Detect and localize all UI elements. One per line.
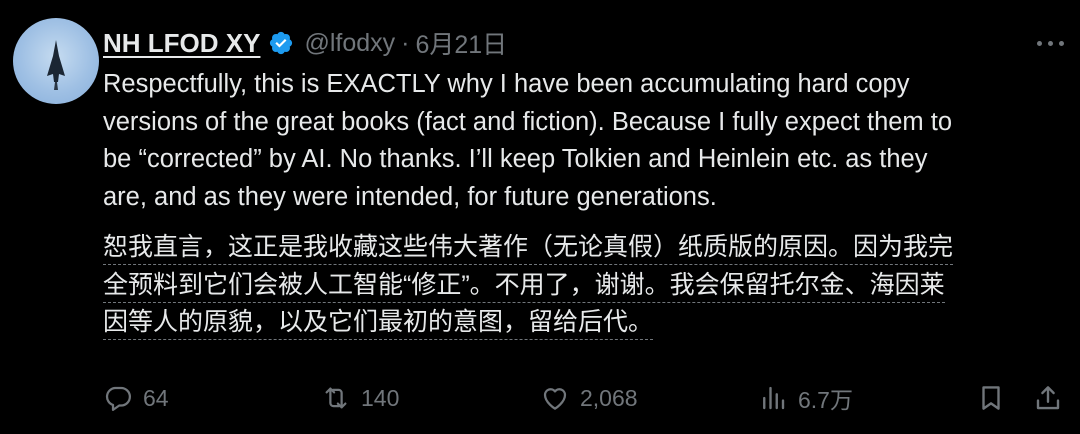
tweet-text-line: are, and as they were intended, for futu… — [103, 182, 717, 211]
reply-button[interactable]: 64 — [103, 378, 169, 418]
reply-count: 64 — [143, 384, 169, 411]
like-count: 2,068 — [580, 384, 638, 411]
translation-line-text: 全预料到它们会被人工智能“修正”。不用了，谢谢。我会保留托尔金、海因莱 — [103, 270, 945, 303]
share-button[interactable] — [1033, 378, 1063, 418]
bookmark-icon — [982, 386, 1000, 410]
repost-button[interactable]: 140 — [321, 378, 399, 418]
like-button[interactable]: 2,068 — [540, 378, 638, 418]
tweet-text-line: be “corrected” by AI. No thanks. I’ll ke… — [103, 145, 928, 173]
repost-count: 140 — [361, 384, 400, 411]
reply-icon — [105, 386, 131, 411]
bookmark-button[interactable] — [976, 378, 1006, 418]
repost-icon — [325, 387, 347, 409]
avatar-image — [47, 40, 65, 90]
translation-line: 全预料到它们会被人工智能“修正”。不用了，谢谢。我会保留托尔金、海因莱 — [103, 267, 1063, 305]
tweet-date[interactable]: 6月21日 — [415, 25, 507, 61]
translation-line: 恕我直言，这正是我收藏这些伟大著作（无论真假）纸质版的原因。因为我完 — [103, 229, 1063, 267]
more-dot — [1058, 40, 1064, 46]
views-icon — [763, 386, 785, 410]
tweet-text-line: versions of the great books (fact and fi… — [103, 107, 953, 136]
author-handle[interactable]: @lfodxy — [304, 29, 395, 58]
translation-line-text: 因等人的原貌，以及它们最初的意图，留给后代。 — [103, 308, 654, 340]
author-name[interactable]: NH LFOD XY — [103, 28, 260, 59]
more-dot — [1036, 40, 1042, 46]
translation-line-text: 恕我直言，这正是我收藏这些伟大著作（无论真假）纸质版的原因。因为我完 — [103, 233, 954, 265]
views-button[interactable]: 6.7万 — [758, 378, 853, 418]
heart-icon — [543, 388, 567, 410]
translation-text[interactable]: 恕我直言，这正是我收藏这些伟大著作（无论真假）纸质版的原因。因为我完 全预料到它… — [103, 229, 1063, 342]
translation-line: 因等人的原貌，以及它们最初的意图，留给后代。 — [103, 304, 1063, 342]
tweet-header: NH LFOD XY @lfodxy · 6月21日 — [103, 24, 507, 62]
tweet-text-line: Respectfully, this is EXACTLY why I have… — [103, 70, 910, 98]
verified-badge-icon — [268, 30, 294, 56]
action-bar: 64 140 2,068 6.7万 — [103, 378, 1063, 418]
views-count: 6.7万 — [798, 387, 853, 413]
tweet-text: Respectfully, this is EXACTLY why I have… — [103, 66, 1063, 216]
header-separator: · — [401, 28, 410, 57]
more-dot — [1047, 40, 1053, 46]
avatar[interactable] — [13, 18, 99, 104]
share-icon — [1036, 386, 1060, 410]
more-icon[interactable] — [1030, 30, 1070, 56]
